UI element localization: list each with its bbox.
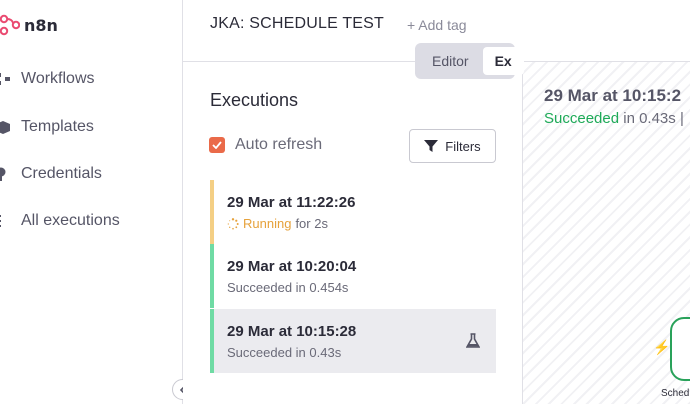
schedule-trigger-node[interactable] bbox=[670, 317, 690, 381]
n8n-logo-icon bbox=[0, 14, 20, 36]
filter-icon bbox=[424, 140, 439, 152]
sidebar-item-workflows[interactable]: Workflows bbox=[0, 67, 95, 91]
auto-refresh-checkbox[interactable] bbox=[209, 137, 225, 153]
flask-icon[interactable] bbox=[466, 333, 480, 349]
status-bar bbox=[210, 309, 214, 373]
auto-refresh-toggle[interactable]: Auto refresh bbox=[209, 136, 322, 154]
sidebar-item-label: All executions bbox=[21, 212, 120, 229]
execution-time: 29 Mar at 10:15:28 bbox=[227, 323, 357, 340]
preview-status: Succeeded in 0.43s | bbox=[544, 110, 684, 127]
execution-time: 29 Mar at 11:22:26 bbox=[227, 194, 356, 211]
box-icon bbox=[0, 121, 10, 134]
executions-heading: Executions bbox=[210, 90, 299, 110]
filters-label: Filters bbox=[445, 138, 481, 154]
network-icon bbox=[0, 73, 10, 85]
sidebar-item-label: Templates bbox=[21, 118, 94, 135]
preview-time: 29 Mar at 10:15:2 bbox=[544, 86, 682, 105]
view-switcher: Editor Ex bbox=[415, 43, 524, 79]
list-icon bbox=[0, 215, 1, 227]
preview-status-word: Succeeded bbox=[544, 110, 620, 127]
tab-editor[interactable]: Editor bbox=[418, 47, 483, 75]
execution-status: Succeeded in 0.43s bbox=[227, 345, 342, 360]
auto-refresh-label: Auto refresh bbox=[235, 136, 323, 153]
node-label: Sched bbox=[661, 388, 690, 399]
execution-item-selected[interactable]: 29 Mar at 10:15:28 Succeeded in 0.43s bbox=[210, 309, 496, 373]
status-bar bbox=[210, 180, 214, 244]
sidebar: n8n Workflows Templates Credentials All … bbox=[0, 0, 193, 404]
trigger-bolt-icon: ⚡ bbox=[653, 339, 671, 355]
sidebar-item-label: Workflows bbox=[21, 70, 95, 87]
running-duration: for 2s bbox=[295, 216, 328, 231]
execution-item[interactable]: 29 Mar at 10:20:04 Succeeded in 0.454s bbox=[210, 244, 496, 308]
execution-status: Running for 2s bbox=[227, 216, 328, 231]
sidebar-item-credentials[interactable]: Credentials bbox=[0, 162, 102, 186]
app-root: n8n Workflows Templates Credentials All … bbox=[0, 0, 690, 404]
filters-button[interactable]: Filters bbox=[409, 129, 496, 163]
running-label: Running bbox=[243, 216, 292, 231]
execution-preview: 29 Mar at 10:15:2 Succeeded in 0.43s | ⚡… bbox=[523, 62, 690, 404]
add-tag-button[interactable]: + Add tag bbox=[407, 17, 467, 33]
check-icon bbox=[212, 141, 222, 149]
execution-item-running[interactable]: 29 Mar at 11:22:26 Running for 2s bbox=[210, 180, 496, 244]
logo-text: n8n bbox=[24, 15, 58, 35]
sidebar-item-templates[interactable]: Templates bbox=[0, 115, 94, 139]
workflow-title[interactable]: JKA: SCHEDULE TEST bbox=[210, 15, 384, 33]
executions-panel: Executions Auto refresh Filters 29 Mar a… bbox=[183, 62, 523, 404]
execution-status: Succeeded in 0.454s bbox=[227, 280, 349, 295]
sidebar-item-all-executions[interactable]: All executions bbox=[0, 209, 120, 233]
preview-status-rest: in 0.43s | bbox=[623, 110, 684, 127]
logo[interactable]: n8n bbox=[0, 10, 58, 40]
key-icon bbox=[0, 167, 6, 181]
status-bar bbox=[210, 244, 214, 308]
execution-time: 29 Mar at 10:20:04 bbox=[227, 258, 357, 275]
spinner-icon bbox=[227, 217, 239, 229]
tab-executions[interactable]: Ex bbox=[482, 47, 524, 75]
sidebar-item-label: Credentials bbox=[21, 165, 102, 182]
